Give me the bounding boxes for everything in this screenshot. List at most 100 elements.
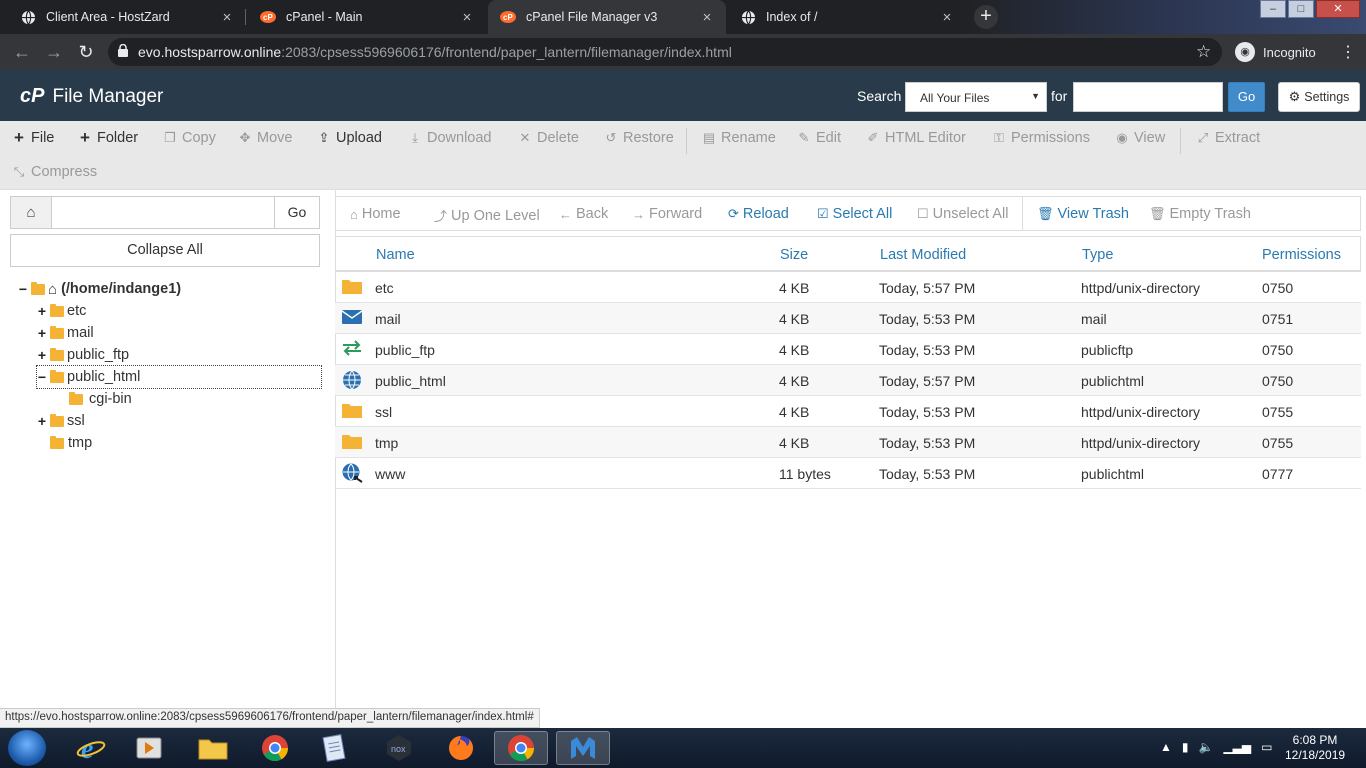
col-size-header[interactable]: Size [780, 247, 808, 263]
firefox-icon[interactable] [434, 731, 488, 765]
network-icon[interactable]: ▭ [1261, 740, 1272, 754]
taskbar-clock[interactable]: 6:08 PM 12/18/2019 [1285, 733, 1345, 763]
collapse-toggle[interactable]: − [37, 369, 47, 385]
tree-root[interactable]: − ⌂ (/home/indange1) [18, 279, 181, 299]
upload-button[interactable]: ⇪ Upload [317, 128, 382, 148]
delete-button[interactable]: ✕ Delete [518, 128, 579, 148]
chrome-active-icon[interactable] [494, 731, 548, 765]
malwarebytes-icon[interactable] [556, 731, 610, 765]
html-editor-button[interactable]: ✐ HTML Editor [866, 128, 966, 148]
home-icon[interactable]: ⌂ [11, 197, 52, 228]
minimize-button[interactable]: – [1260, 0, 1286, 18]
file-permissions[interactable]: 0755 [1262, 435, 1293, 451]
expand-toggle[interactable]: + [37, 413, 47, 429]
tree-go-button[interactable]: Go [274, 197, 319, 228]
rename-button[interactable]: ▤ Rename [702, 128, 776, 148]
file-name[interactable]: public_html [375, 373, 446, 389]
new-file-button[interactable]: + File [12, 128, 54, 148]
notepad-icon[interactable] [308, 731, 362, 765]
table-row[interactable]: etc 4 KB Today, 5:57 PM httpd/unix-direc… [335, 272, 1361, 303]
file-name[interactable]: tmp [375, 435, 398, 451]
expand-toggle[interactable]: + [37, 347, 47, 363]
browser-menu-icon[interactable]: ⋮ [1340, 42, 1356, 62]
media-player-icon[interactable] [122, 731, 176, 765]
tab-close-icon[interactable]: × [460, 9, 474, 26]
tree-item-etc[interactable]: + etc [37, 301, 86, 321]
file-permissions[interactable]: 0751 [1262, 311, 1293, 327]
incognito-indicator[interactable]: ◉ Incognito [1235, 42, 1316, 62]
nox-player-icon[interactable]: nox [372, 731, 426, 765]
file-explorer-icon[interactable] [186, 731, 240, 765]
file-name[interactable]: public_ftp [375, 342, 435, 358]
bookmark-star-icon[interactable]: ☆ [1196, 42, 1211, 62]
table-row[interactable]: tmp 4 KB Today, 5:53 PM httpd/unix-direc… [335, 427, 1361, 458]
table-row[interactable]: public_ftp 4 KB Today, 5:53 PM publicftp… [335, 334, 1361, 365]
view-trash-button[interactable]: 🗑 View Trash [1037, 206, 1129, 222]
start-button[interactable] [8, 730, 46, 766]
col-modified-header[interactable]: Last Modified [880, 247, 966, 263]
forward-button[interactable]: → Forward [632, 206, 702, 222]
back-arrow-icon[interactable]: ← [10, 40, 34, 64]
tree-item-public-html[interactable]: − public_html [36, 365, 322, 389]
new-folder-button[interactable]: + Folder [78, 128, 138, 148]
file-name[interactable]: ssl [375, 404, 392, 420]
tab-close-icon[interactable]: × [220, 9, 234, 26]
move-button[interactable]: ✥ Move [238, 128, 293, 148]
forward-arrow-icon[interactable]: → [42, 40, 66, 64]
view-button[interactable]: ◉ View [1115, 128, 1165, 148]
collapse-toggle[interactable]: − [18, 281, 28, 297]
close-window-button[interactable]: ✕ [1316, 0, 1360, 18]
table-row[interactable]: mail 4 KB Today, 5:53 PM mail 0751 [335, 303, 1361, 334]
tab-client-area[interactable]: Client Area - HostZard × [8, 0, 246, 34]
empty-trash-button[interactable]: 🗑 Empty Trash [1149, 206, 1251, 222]
compress-button[interactable]: ⤡ Compress [12, 162, 97, 182]
tree-item-mail[interactable]: + mail [37, 323, 94, 343]
permissions-button[interactable]: ⚿ Permissions [992, 128, 1090, 148]
table-row[interactable]: ssl 4 KB Today, 5:53 PM httpd/unix-direc… [335, 396, 1361, 427]
file-permissions[interactable]: 0755 [1262, 404, 1293, 420]
search-go-button[interactable]: Go [1228, 82, 1265, 112]
edit-button[interactable]: ✎ Edit [797, 128, 841, 148]
unselect-all-button[interactable]: ☐ Unselect All [917, 206, 1008, 222]
tree-item-cgi-bin[interactable]: cgi-bin [66, 389, 132, 409]
restore-button[interactable]: ↺ Restore [604, 128, 674, 148]
table-row[interactable]: www 11 bytes Today, 5:53 PM publichtml 0… [335, 458, 1361, 489]
tab-close-icon[interactable]: × [700, 9, 714, 26]
extract-button[interactable]: ⤢ Extract [1196, 128, 1260, 148]
maximize-button[interactable]: □ [1288, 0, 1314, 18]
reload-icon[interactable]: ↻ [74, 40, 98, 64]
col-type-header[interactable]: Type [1082, 247, 1113, 263]
col-permissions-header[interactable]: Permissions [1262, 247, 1341, 263]
cpanel-logo[interactable]: cP File Manager [20, 85, 163, 108]
battery-icon[interactable]: ▮ [1182, 740, 1189, 754]
tab-cpanel-main[interactable]: cP cPanel - Main × [248, 0, 486, 34]
search-input[interactable] [1073, 82, 1223, 112]
col-name-header[interactable]: Name [376, 247, 415, 263]
download-button[interactable]: ⤓ Download [408, 128, 491, 148]
up-one-level-button[interactable]: ⤴ Up One Level [434, 206, 540, 225]
file-name[interactable]: etc [375, 280, 394, 296]
file-permissions[interactable]: 0750 [1262, 342, 1293, 358]
home-nav-button[interactable]: ⌂ Home [350, 206, 401, 222]
url-field[interactable]: evo.hostsparrow.online:2083/cpsess596960… [108, 38, 1222, 66]
file-permissions[interactable]: 0750 [1262, 280, 1293, 296]
settings-button[interactable]: ⚙ Settings [1278, 82, 1360, 112]
tab-close-icon[interactable]: × [940, 9, 954, 26]
tree-path-input[interactable] [53, 197, 275, 228]
chrome-icon[interactable] [248, 731, 302, 765]
search-scope-select[interactable]: All Your Files ▼ [905, 82, 1047, 112]
file-name[interactable]: www [375, 466, 405, 482]
volume-icon[interactable]: 🔈 [1199, 740, 1214, 754]
tree-item-ssl[interactable]: + ssl [37, 411, 85, 431]
file-name[interactable]: mail [375, 311, 401, 327]
internet-explorer-icon[interactable]: e [64, 731, 118, 765]
collapse-all-button[interactable]: Collapse All [10, 234, 320, 267]
reload-button[interactable]: ⟳ Reload [728, 206, 789, 222]
select-all-button[interactable]: ☑ Select All [817, 206, 892, 222]
tree-item-tmp[interactable]: tmp [50, 433, 92, 453]
table-row[interactable]: public_html 4 KB Today, 5:57 PM publicht… [335, 365, 1361, 396]
tab-index[interactable]: Index of / × [728, 0, 966, 34]
file-permissions[interactable]: 0750 [1262, 373, 1293, 389]
copy-button[interactable]: ❐ Copy [163, 128, 216, 148]
back-button[interactable]: ← Back [559, 206, 608, 222]
